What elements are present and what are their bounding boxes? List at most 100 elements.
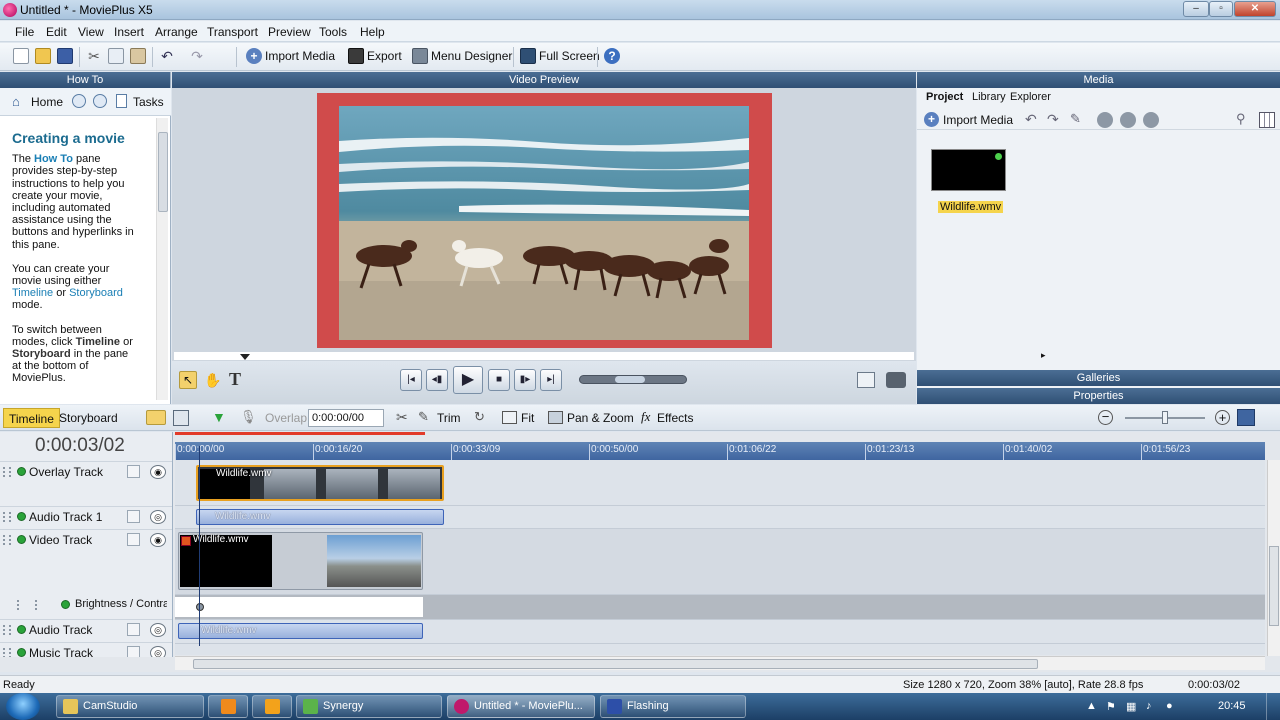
zoom-slider-thumb[interactable] (1162, 411, 1168, 424)
keyframe-node[interactable] (196, 603, 204, 611)
pointer-tool-icon[interactable]: ↖ (179, 371, 197, 389)
shuttle-slider-thumb[interactable] (615, 376, 645, 383)
back-icon[interactable] (72, 94, 86, 108)
maximize-button[interactable]: ▫ (1209, 1, 1233, 17)
taskbar-office[interactable] (252, 695, 292, 718)
microphone-icon[interactable]: 🎙 (240, 409, 257, 425)
timeline-horizontal-scrollbar[interactable] (175, 656, 1265, 670)
redo-icon[interactable]: ↷ (189, 48, 205, 64)
speaker-icon[interactable]: ◎ (150, 510, 166, 524)
brightness-lane[interactable] (175, 595, 1265, 620)
properties-header[interactable]: Properties (917, 388, 1280, 404)
tab-library[interactable]: Library (972, 91, 1006, 103)
open-folder-icon[interactable] (35, 48, 51, 64)
scrollbar-thumb[interactable] (1269, 546, 1279, 626)
tasks-link[interactable]: Tasks (133, 95, 164, 109)
tray-app-icon[interactable]: ● (1166, 700, 1173, 712)
play-button[interactable]: ▶ (453, 366, 483, 394)
video-frame[interactable] (339, 106, 749, 340)
tasks-icon[interactable] (116, 94, 127, 108)
how-to-scrollbar[interactable] (156, 118, 168, 400)
snapshot-camera-icon[interactable] (886, 372, 906, 388)
track-header-brightness[interactable]: Brightness / Contrast (0, 595, 172, 619)
home-icon[interactable]: ⌂ (12, 94, 20, 109)
undo-icon[interactable]: ↶ (159, 48, 175, 64)
media-thumbnail[interactable] (931, 149, 1006, 191)
taskbar-movieplus[interactable]: Untitled * - MoviePlu... (447, 695, 595, 718)
audio-lane[interactable]: Wildlife.wmv (175, 620, 1265, 644)
menu-tools[interactable]: Tools (319, 25, 347, 39)
media-option-icon-2[interactable] (1120, 112, 1136, 128)
action-center-flag-icon[interactable]: ⚑ (1106, 700, 1116, 713)
link-icon[interactable] (146, 410, 166, 425)
rotate-icon[interactable]: ↻ (474, 409, 485, 425)
trim-button[interactable]: Trim (437, 411, 461, 425)
track-header-video[interactable]: Video Track ◉ (0, 529, 172, 595)
show-desktop-button[interactable] (1266, 693, 1280, 720)
timeline-link[interactable]: Timeline (12, 287, 53, 299)
track-header-overlay[interactable]: Overlay Track ◉ (0, 461, 172, 506)
taskbar-media-player[interactable] (208, 695, 248, 718)
storyboard-link[interactable]: Storyboard (69, 287, 123, 299)
copy-icon[interactable] (108, 48, 124, 64)
cut-icon[interactable]: ✂ (86, 48, 102, 64)
eye-icon[interactable]: ◉ (150, 465, 166, 479)
marker-icon[interactable]: ▼ (212, 409, 226, 425)
close-button[interactable]: ✕ (1234, 1, 1276, 17)
menu-designer-button[interactable]: Menu Designer (431, 49, 512, 63)
new-file-icon[interactable] (13, 48, 29, 64)
menu-arrange[interactable]: Arrange (155, 25, 198, 39)
stop-button[interactable]: ■ (488, 369, 510, 391)
audio-clip[interactable]: Wildlife.wmv (196, 509, 444, 525)
pan-zoom-button[interactable]: Pan & Zoom (567, 411, 634, 425)
brightness-envelope[interactable] (175, 597, 423, 617)
track-header-audio[interactable]: Audio Track ◎ (0, 619, 172, 641)
track-menu-icon[interactable] (127, 646, 140, 657)
tray-expand-icon[interactable]: ▲ (1086, 700, 1097, 712)
audio-clip[interactable]: Wildlife.wmv (178, 623, 423, 639)
zoom-to-fit-icon[interactable] (1237, 409, 1255, 426)
home-link[interactable]: Home (31, 95, 63, 109)
track-area[interactable]: Wildlife.wmv Wildlife.wmv Wildlife.wmv W… (175, 460, 1265, 655)
speaker-icon[interactable]: ◎ (150, 646, 166, 657)
grid-view-icon[interactable] (1259, 112, 1275, 128)
menu-preview[interactable]: Preview (268, 25, 311, 39)
undo-icon[interactable]: ↶ (1025, 111, 1037, 128)
movieplus-app-icon[interactable] (3, 3, 17, 17)
video-clip[interactable]: Wildlife.wmv (178, 532, 423, 590)
go-to-end-button[interactable]: ▸| (540, 369, 562, 391)
previous-frame-button[interactable]: ◂▮ (426, 369, 448, 391)
galleries-header[interactable]: Galleries (917, 370, 1280, 386)
overlay-clip[interactable]: Wildlife.wmv (196, 465, 444, 501)
video-lane[interactable]: Wildlife.wmv (175, 529, 1265, 595)
timeline-mode-tab[interactable]: Timeline (3, 408, 60, 428)
clock[interactable]: 20:45 (1218, 700, 1246, 712)
scrollbar-thumb[interactable] (158, 132, 168, 212)
timeline-vertical-scrollbar[interactable] (1267, 460, 1280, 656)
full-screen-button[interactable]: Full Screen (539, 49, 600, 63)
import-media-button[interactable]: Import Media (265, 49, 335, 63)
taskbar-camstudio[interactable]: CamStudio (56, 695, 204, 718)
go-to-start-button[interactable]: |◂ (400, 369, 422, 391)
paste-icon[interactable] (130, 48, 146, 64)
track-menu-icon[interactable] (127, 510, 140, 523)
overlap-input[interactable]: 0:00:00/00 (308, 409, 384, 427)
taskbar-synergy[interactable]: Synergy (296, 695, 442, 718)
menu-insert[interactable]: Insert (114, 25, 144, 39)
network-icon[interactable]: ▦ (1126, 700, 1136, 713)
music-lane[interactable] (175, 644, 1265, 655)
zoom-slider[interactable] (1125, 411, 1205, 424)
redo-icon[interactable]: ↷ (1047, 111, 1059, 128)
minimize-button[interactable]: – (1183, 1, 1209, 17)
next-frame-button[interactable]: ▮▸ (514, 369, 536, 391)
text-tool-icon[interactable]: T (229, 369, 241, 390)
media-import-button[interactable]: Import Media (943, 113, 1013, 127)
save-icon[interactable] (57, 48, 73, 64)
help-icon[interactable]: ? (604, 48, 620, 64)
track-header-music[interactable]: Music Track ◎ (0, 642, 172, 657)
forward-icon[interactable] (93, 94, 107, 108)
track-menu-icon[interactable] (127, 623, 140, 636)
view-options-icon[interactable] (857, 372, 875, 388)
edit-icon[interactable]: ✎ (1070, 111, 1081, 127)
effects-button[interactable]: Effects (657, 411, 693, 425)
